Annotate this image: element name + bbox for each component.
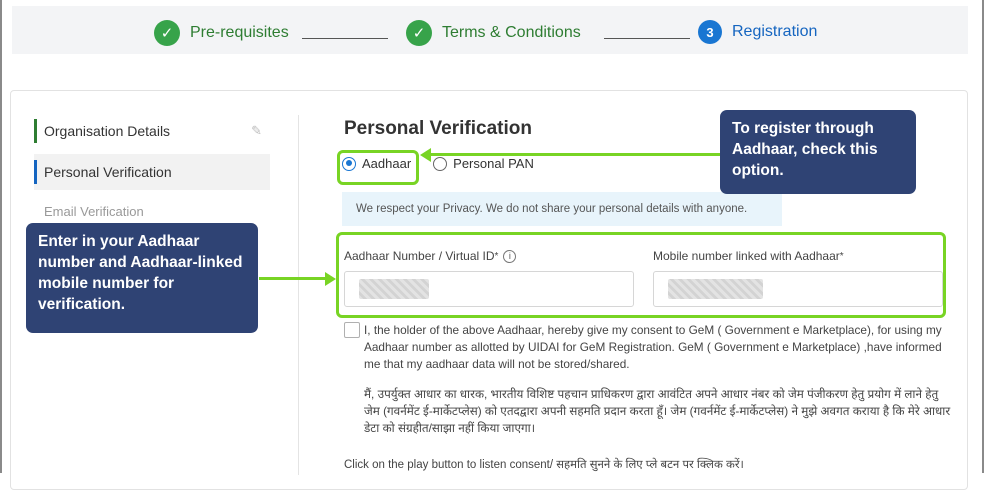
status-bar bbox=[34, 119, 37, 143]
callout-aadhaar-option: To register through Aadhaar, check this … bbox=[720, 110, 916, 194]
step-registration[interactable]: 3 Registration bbox=[698, 20, 817, 44]
step-number: 3 bbox=[698, 20, 722, 44]
highlight-aadhaar-fields bbox=[336, 232, 946, 318]
play-consent-text: Click on the play button to listen conse… bbox=[344, 459, 744, 471]
consent-text-english: I, the holder of the above Aadhaar, here… bbox=[364, 323, 942, 371]
sidebar-item-label: Email Verification bbox=[44, 203, 144, 219]
radio-label: Personal PAN bbox=[453, 156, 534, 171]
check-icon: ✓ bbox=[154, 20, 180, 46]
sidebar-item-label: Organisation Details bbox=[44, 123, 171, 139]
callout-aadhaar-fields: Enter in your Aadhaar number and Aadhaar… bbox=[26, 223, 258, 333]
privacy-notice: We respect your Privacy. We do not share… bbox=[342, 192, 782, 226]
step-label: Registration bbox=[732, 23, 818, 40]
arrow-head-icon bbox=[325, 271, 336, 286]
status-bar bbox=[34, 160, 37, 184]
arrow-to-aadhaar-radio bbox=[430, 153, 720, 156]
sidebar-item-organisation-details[interactable]: Organisation Details ✎ bbox=[34, 113, 270, 149]
arrow-to-aadhaar-fields bbox=[259, 277, 325, 280]
consent-checkbox[interactable] bbox=[344, 322, 360, 338]
radio-personal-pan[interactable]: Personal PAN bbox=[433, 156, 534, 171]
consent-text-hindi: मैं, उपर्युक्त आधार का धारक, भारतीय विशि… bbox=[364, 387, 951, 435]
step-connector bbox=[302, 38, 388, 39]
sidebar-divider bbox=[298, 115, 299, 475]
pencil-icon[interactable]: ✎ bbox=[251, 123, 262, 139]
sidebar-item-label: Personal Verification bbox=[44, 164, 172, 180]
highlight-aadhaar-radio bbox=[337, 150, 419, 185]
screenshot-frame: ✓ Pre-requisites ✓ Terms & Conditions 3 … bbox=[0, 0, 984, 490]
arrow-head-icon bbox=[420, 147, 431, 162]
page-title: Personal Verification bbox=[344, 118, 532, 139]
step-terms[interactable]: ✓ Terms & Conditions bbox=[406, 20, 581, 46]
step-label: Pre-requisites bbox=[190, 24, 289, 41]
radio-icon[interactable] bbox=[433, 156, 448, 171]
check-icon: ✓ bbox=[406, 20, 432, 46]
step-connector bbox=[604, 38, 690, 39]
step-prerequisites[interactable]: ✓ Pre-requisites bbox=[154, 20, 289, 46]
registration-stepper: ✓ Pre-requisites ✓ Terms & Conditions 3 … bbox=[12, 6, 968, 54]
step-label: Terms & Conditions bbox=[442, 24, 581, 41]
sidebar-item-personal-verification[interactable]: Personal Verification bbox=[34, 154, 270, 190]
